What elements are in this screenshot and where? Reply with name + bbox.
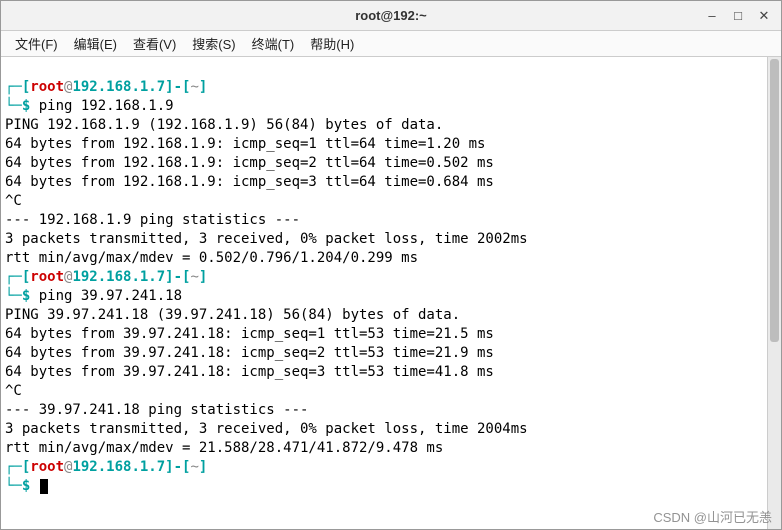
- prompt-dollar: $: [22, 288, 30, 304]
- prompt-line2: └─: [5, 288, 22, 304]
- titlebar: root@192:~ – □ ✕: [1, 1, 781, 31]
- prompt-sep: -[: [174, 79, 191, 95]
- prompt-user: root: [30, 269, 64, 285]
- command-1: ping 192.168.1.9: [39, 98, 174, 114]
- prompt-bracket: ┌─[: [5, 79, 30, 95]
- prompt-dollar: $: [22, 478, 30, 494]
- scrollbar[interactable]: [767, 57, 781, 529]
- ping1-stats2: rtt min/avg/max/mdev = 0.502/0.796/1.204…: [5, 250, 418, 266]
- prompt-line2: └─: [5, 478, 22, 494]
- prompt-close: ]: [165, 79, 173, 95]
- prompt-user: root: [30, 459, 64, 475]
- terminal-window: root@192:~ – □ ✕ 文件(F) 编辑(E) 查看(V) 搜索(S)…: [0, 0, 782, 530]
- prompt-tilde: ~: [190, 79, 198, 95]
- ping1-stats-hdr: --- 192.168.1.9 ping statistics ---: [5, 212, 300, 228]
- terminal-body: ┌─[root@192.168.1.7]-[~] └─$ ping 192.16…: [1, 57, 781, 529]
- menu-search[interactable]: 搜索(S): [184, 31, 243, 56]
- menu-file[interactable]: 文件(F): [7, 31, 66, 56]
- window-controls: – □ ✕: [699, 5, 777, 27]
- ping1-header: PING 192.168.1.9 (192.168.1.9) 56(84) by…: [5, 117, 443, 133]
- ping1-line2: 64 bytes from 192.168.1.9: icmp_seq=2 tt…: [5, 155, 494, 171]
- ping1-break: ^C: [5, 193, 22, 209]
- prompt-sep: -[: [174, 269, 191, 285]
- minimize-button[interactable]: –: [699, 5, 725, 27]
- prompt-line2: └─: [5, 98, 22, 114]
- cursor: [40, 479, 48, 494]
- prompt-sep: -[: [174, 459, 191, 475]
- ping1-line3: 64 bytes from 192.168.1.9: icmp_seq=3 tt…: [5, 174, 494, 190]
- ping2-break: ^C: [5, 383, 22, 399]
- menu-view[interactable]: 查看(V): [125, 31, 184, 56]
- prompt-dollar: $: [22, 98, 30, 114]
- prompt-host: 192.168.1.7: [72, 269, 165, 285]
- ping2-line3: 64 bytes from 39.97.241.18: icmp_seq=3 t…: [5, 364, 494, 380]
- ping2-stats-hdr: --- 39.97.241.18 ping statistics ---: [5, 402, 308, 418]
- menu-help[interactable]: 帮助(H): [302, 31, 362, 56]
- prompt-close: ]: [165, 269, 173, 285]
- scrollbar-thumb[interactable]: [770, 59, 779, 342]
- prompt-close2: ]: [199, 269, 207, 285]
- maximize-button[interactable]: □: [725, 5, 751, 27]
- ping2-line1: 64 bytes from 39.97.241.18: icmp_seq=1 t…: [5, 326, 494, 342]
- prompt-tilde: ~: [190, 269, 198, 285]
- terminal-output[interactable]: ┌─[root@192.168.1.7]-[~] └─$ ping 192.16…: [1, 57, 767, 529]
- ping2-stats1: 3 packets transmitted, 3 received, 0% pa…: [5, 421, 528, 437]
- prompt-bracket: ┌─[: [5, 269, 30, 285]
- watermark: CSDN @山河已无恙: [653, 507, 772, 526]
- menu-terminal[interactable]: 终端(T): [244, 31, 303, 56]
- ping2-line2: 64 bytes from 39.97.241.18: icmp_seq=2 t…: [5, 345, 494, 361]
- ping2-header: PING 39.97.241.18 (39.97.241.18) 56(84) …: [5, 307, 460, 323]
- ping1-line1: 64 bytes from 192.168.1.9: icmp_seq=1 tt…: [5, 136, 485, 152]
- menubar: 文件(F) 编辑(E) 查看(V) 搜索(S) 终端(T) 帮助(H): [1, 31, 781, 57]
- prompt-tilde: ~: [190, 459, 198, 475]
- menu-edit[interactable]: 编辑(E): [66, 31, 125, 56]
- ping2-stats2: rtt min/avg/max/mdev = 21.588/28.471/41.…: [5, 440, 443, 456]
- ping1-stats1: 3 packets transmitted, 3 received, 0% pa…: [5, 231, 528, 247]
- close-button[interactable]: ✕: [751, 5, 777, 27]
- prompt-host: 192.168.1.7: [72, 459, 165, 475]
- prompt-user: root: [30, 79, 64, 95]
- prompt-host: 192.168.1.7: [72, 79, 165, 95]
- prompt-bracket: ┌─[: [5, 459, 30, 475]
- command-2: ping 39.97.241.18: [39, 288, 182, 304]
- prompt-close2: ]: [199, 79, 207, 95]
- prompt-close2: ]: [199, 459, 207, 475]
- prompt-close: ]: [165, 459, 173, 475]
- window-title: root@192:~: [355, 8, 427, 23]
